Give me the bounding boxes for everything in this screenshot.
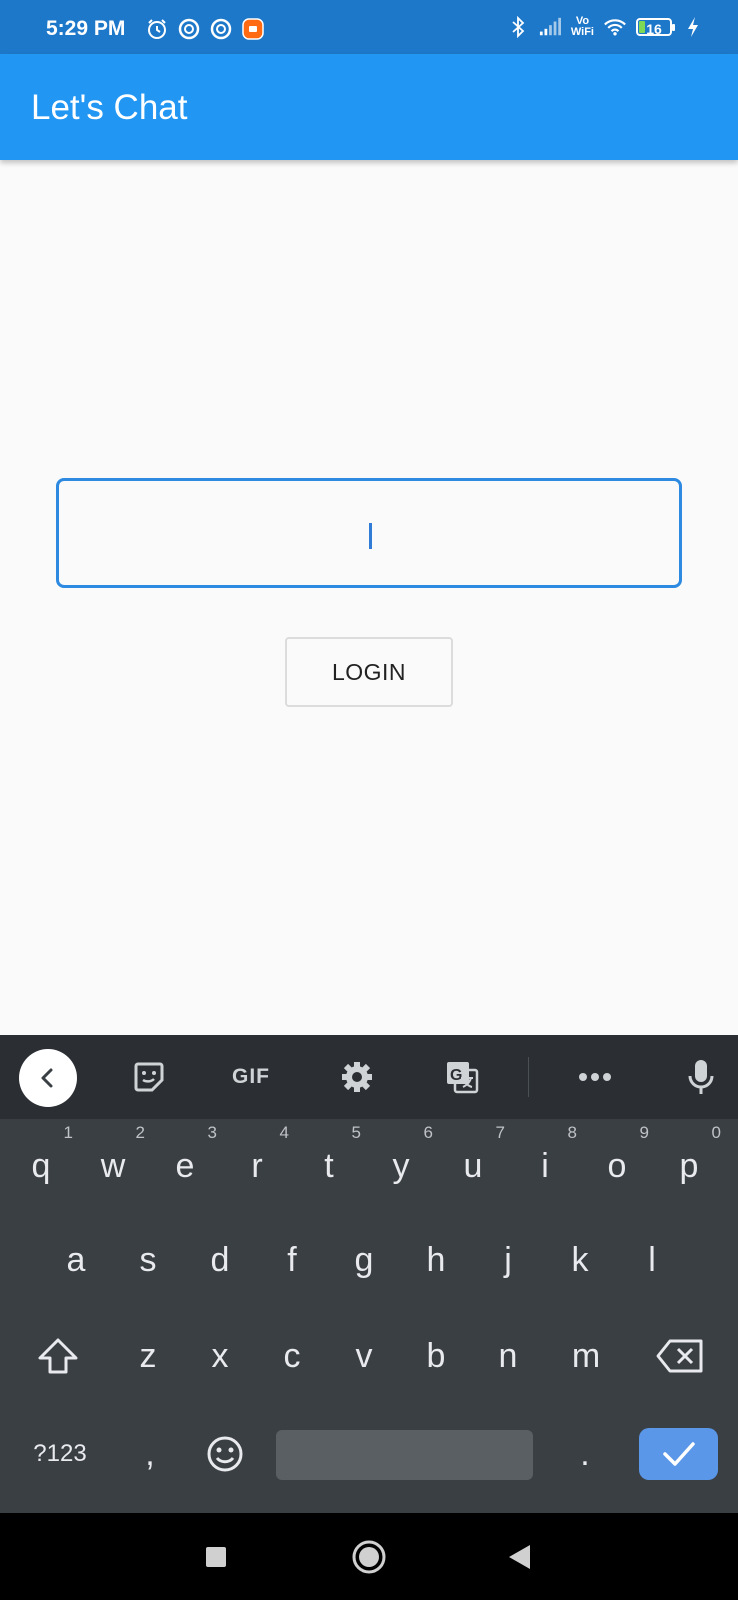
- key-q[interactable]: q1: [5, 1123, 77, 1205]
- more-button[interactable]: [564, 1035, 626, 1119]
- sticker-icon: [134, 1062, 164, 1092]
- key-m[interactable]: m: [544, 1317, 628, 1395]
- check-icon: [662, 1442, 695, 1466]
- period-key[interactable]: .: [550, 1418, 620, 1490]
- key-r[interactable]: r4: [221, 1123, 293, 1205]
- translate-icon: G: [447, 1062, 479, 1094]
- recents-icon: [206, 1546, 226, 1567]
- key-s[interactable]: s: [112, 1221, 184, 1299]
- key-e[interactable]: e3: [149, 1123, 221, 1205]
- wifi-icon: [604, 16, 626, 38]
- symbols-key[interactable]: ?123: [10, 1418, 110, 1490]
- home-icon: [352, 1540, 386, 1573]
- key-i[interactable]: i8: [509, 1123, 581, 1205]
- key-y[interactable]: y6: [365, 1123, 437, 1205]
- translate-button[interactable]: G: [431, 1035, 493, 1119]
- battery-level: 16: [646, 21, 662, 37]
- status-time: 5:29 PM: [46, 17, 126, 40]
- shift-key[interactable]: [18, 1317, 98, 1395]
- back-button[interactable]: [490, 1513, 550, 1600]
- key-h[interactable]: h: [400, 1221, 472, 1299]
- keyboard-toolbar: GIF G: [0, 1035, 738, 1119]
- app-notification-icon: [210, 18, 232, 40]
- charging-icon: [682, 16, 704, 38]
- key-v[interactable]: v: [328, 1317, 400, 1395]
- navigation-bar: [0, 1513, 738, 1600]
- svg-text:G: G: [450, 1067, 462, 1084]
- shift-icon: [38, 1338, 78, 1374]
- more-icon: [579, 1073, 611, 1081]
- emoji-icon: [207, 1436, 243, 1472]
- app-notification-icon: [178, 18, 200, 40]
- bluetooth-icon: [507, 16, 529, 38]
- key-z[interactable]: z: [112, 1317, 184, 1395]
- gif-button[interactable]: GIF: [218, 1035, 284, 1119]
- key-g[interactable]: g: [328, 1221, 400, 1299]
- name-input[interactable]: [56, 478, 682, 588]
- comma-key[interactable]: ,: [120, 1418, 180, 1490]
- toolbar-divider: [528, 1057, 529, 1097]
- settings-icon: [342, 1062, 372, 1092]
- back-triangle-icon: [509, 1544, 530, 1569]
- space-key[interactable]: [276, 1430, 533, 1480]
- key-p[interactable]: p0: [653, 1123, 725, 1205]
- app-bar: Let's Chat: [0, 54, 738, 160]
- key-o[interactable]: o9: [581, 1123, 653, 1205]
- gif-icon: GIF: [232, 1065, 270, 1088]
- sticker-button[interactable]: [118, 1035, 180, 1119]
- key-a[interactable]: a: [40, 1221, 112, 1299]
- enter-key[interactable]: [639, 1428, 718, 1480]
- mi-app-icon: [242, 18, 264, 40]
- status-bar: 5:29 PM Vo WiFi 16: [0, 0, 738, 54]
- key-d[interactable]: d: [184, 1221, 256, 1299]
- status-right-icons: Vo WiFi 16: [507, 16, 704, 38]
- recents-button[interactable]: [186, 1513, 246, 1600]
- status-left-icons: [146, 18, 264, 40]
- login-button[interactable]: LOGIN: [285, 637, 453, 707]
- backspace-key[interactable]: [640, 1317, 720, 1395]
- battery-icon: 16: [636, 18, 675, 37]
- key-b[interactable]: b: [400, 1317, 472, 1395]
- key-x[interactable]: x: [184, 1317, 256, 1395]
- key-u[interactable]: u7: [437, 1123, 509, 1205]
- key-n[interactable]: n: [472, 1317, 544, 1395]
- alarm-icon: [146, 18, 168, 40]
- key-k[interactable]: k: [544, 1221, 616, 1299]
- soft-keyboard: GIF G q1 w2 e3 r4 t5 y6 u7 i8 o9 p0 a s …: [0, 1035, 738, 1513]
- settings-button[interactable]: [326, 1035, 388, 1119]
- key-l[interactable]: l: [616, 1221, 688, 1299]
- key-c[interactable]: c: [256, 1317, 328, 1395]
- vowifi-icon: Vo WiFi: [570, 15, 594, 38]
- signal-icon: [539, 16, 561, 38]
- page-title: Let's Chat: [31, 88, 188, 127]
- key-w[interactable]: w2: [77, 1123, 149, 1205]
- backspace-icon: [656, 1339, 703, 1373]
- microphone-button[interactable]: [670, 1035, 732, 1119]
- microphone-icon: [688, 1060, 714, 1094]
- key-f[interactable]: f: [256, 1221, 328, 1299]
- emoji-key[interactable]: [190, 1418, 260, 1490]
- home-button[interactable]: [339, 1513, 399, 1600]
- back-icon: [41, 1068, 53, 1088]
- keyboard-back-button[interactable]: [19, 1049, 77, 1107]
- key-j[interactable]: j: [472, 1221, 544, 1299]
- text-cursor: [369, 523, 372, 549]
- key-t[interactable]: t5: [293, 1123, 365, 1205]
